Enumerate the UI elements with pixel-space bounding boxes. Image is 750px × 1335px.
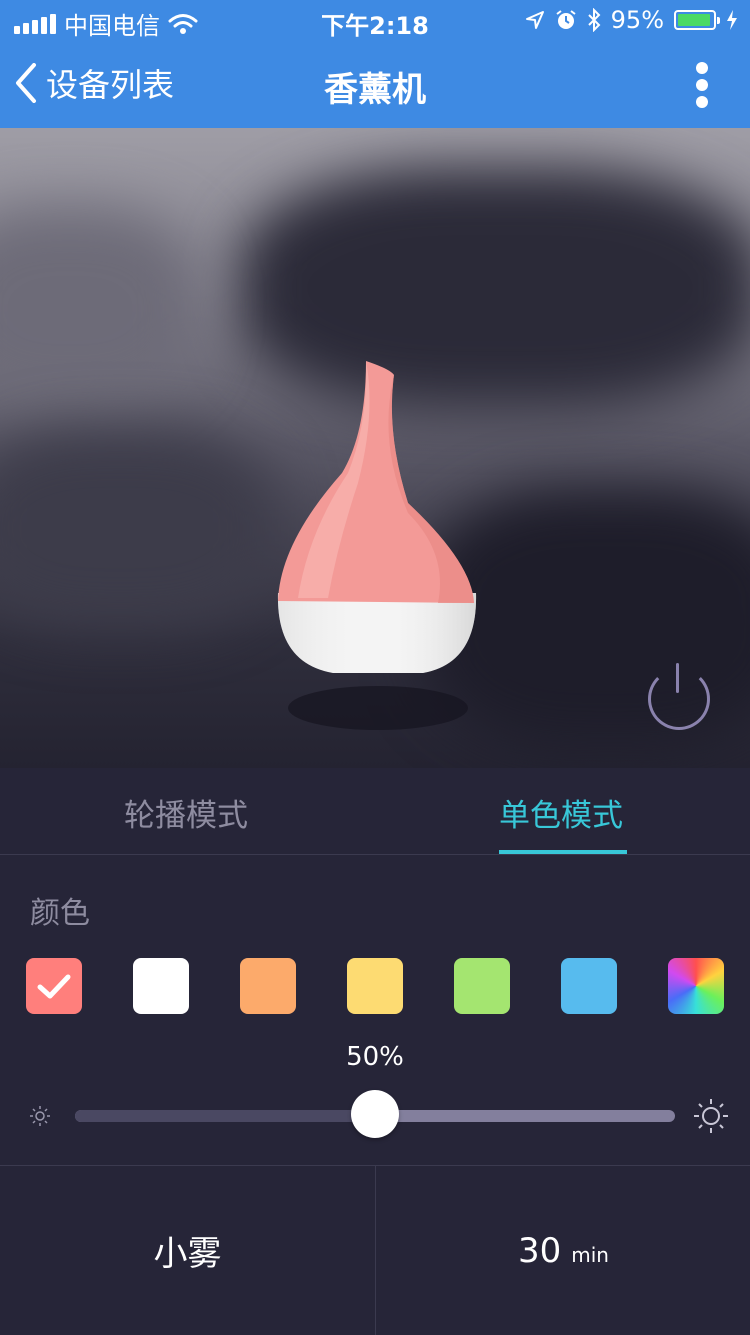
- more-dot-icon: [696, 79, 708, 91]
- alarm-icon: [556, 10, 576, 29]
- background-blur: [0, 428, 280, 628]
- diffuser-image: [277, 361, 477, 730]
- timer-unit: min: [571, 1242, 609, 1267]
- battery-icon: [674, 10, 720, 30]
- brightness-value: 50%: [346, 1042, 404, 1072]
- brightness-slider-fill: [75, 1110, 375, 1122]
- device-preview: [0, 128, 750, 768]
- brightness-slider-thumb[interactable]: [351, 1090, 399, 1138]
- color-swatches: [26, 958, 724, 1014]
- tab-carousel-mode[interactable]: 轮播模式: [124, 790, 248, 835]
- page-title: 香薰机: [324, 70, 426, 110]
- bluetooth-icon: [587, 8, 601, 32]
- mist-level-button[interactable]: 小雾: [0, 1166, 375, 1335]
- color-swatch[interactable]: [347, 958, 403, 1014]
- charging-icon: [727, 10, 737, 30]
- tab-single-color-mode[interactable]: 单色模式: [499, 790, 623, 835]
- active-tab-indicator: [499, 850, 627, 854]
- nav-bar: 设备列表 香薰机: [0, 40, 750, 128]
- color-swatch[interactable]: [561, 958, 617, 1014]
- bottom-controls: 小雾 30 min: [0, 1165, 750, 1335]
- color-swatch[interactable]: [133, 958, 189, 1014]
- top-bar: 中国电信 下午2:18 95% 设备列表 香薰机: [0, 0, 750, 128]
- color-swatch[interactable]: [454, 958, 510, 1014]
- color-section-label: 颜色: [30, 896, 90, 931]
- color-swatch-selected[interactable]: [26, 958, 82, 1014]
- color-swatch[interactable]: [240, 958, 296, 1014]
- brightness-low-icon: [30, 1106, 50, 1126]
- brightness-slider-row: [0, 1090, 750, 1140]
- location-arrow-icon: [525, 11, 544, 29]
- mode-tabs: 轮播模式 单色模式: [0, 768, 750, 855]
- more-menu-button[interactable]: [694, 62, 710, 108]
- check-icon: [37, 974, 71, 999]
- more-dot-icon: [696, 96, 708, 108]
- brightness-high-icon: [694, 1099, 728, 1133]
- power-button[interactable]: [648, 663, 710, 730]
- more-dot-icon: [696, 62, 708, 74]
- timer-value: 30: [518, 1230, 562, 1271]
- background-blur: [0, 208, 200, 408]
- timer-button[interactable]: 30 min: [375, 1166, 750, 1335]
- mist-level-label: 小雾: [153, 1234, 222, 1274]
- color-swatch[interactable]: [668, 958, 724, 1014]
- status-bar: 中国电信 下午2:18 95%: [0, 0, 750, 40]
- battery-percent: 95%: [610, 6, 664, 34]
